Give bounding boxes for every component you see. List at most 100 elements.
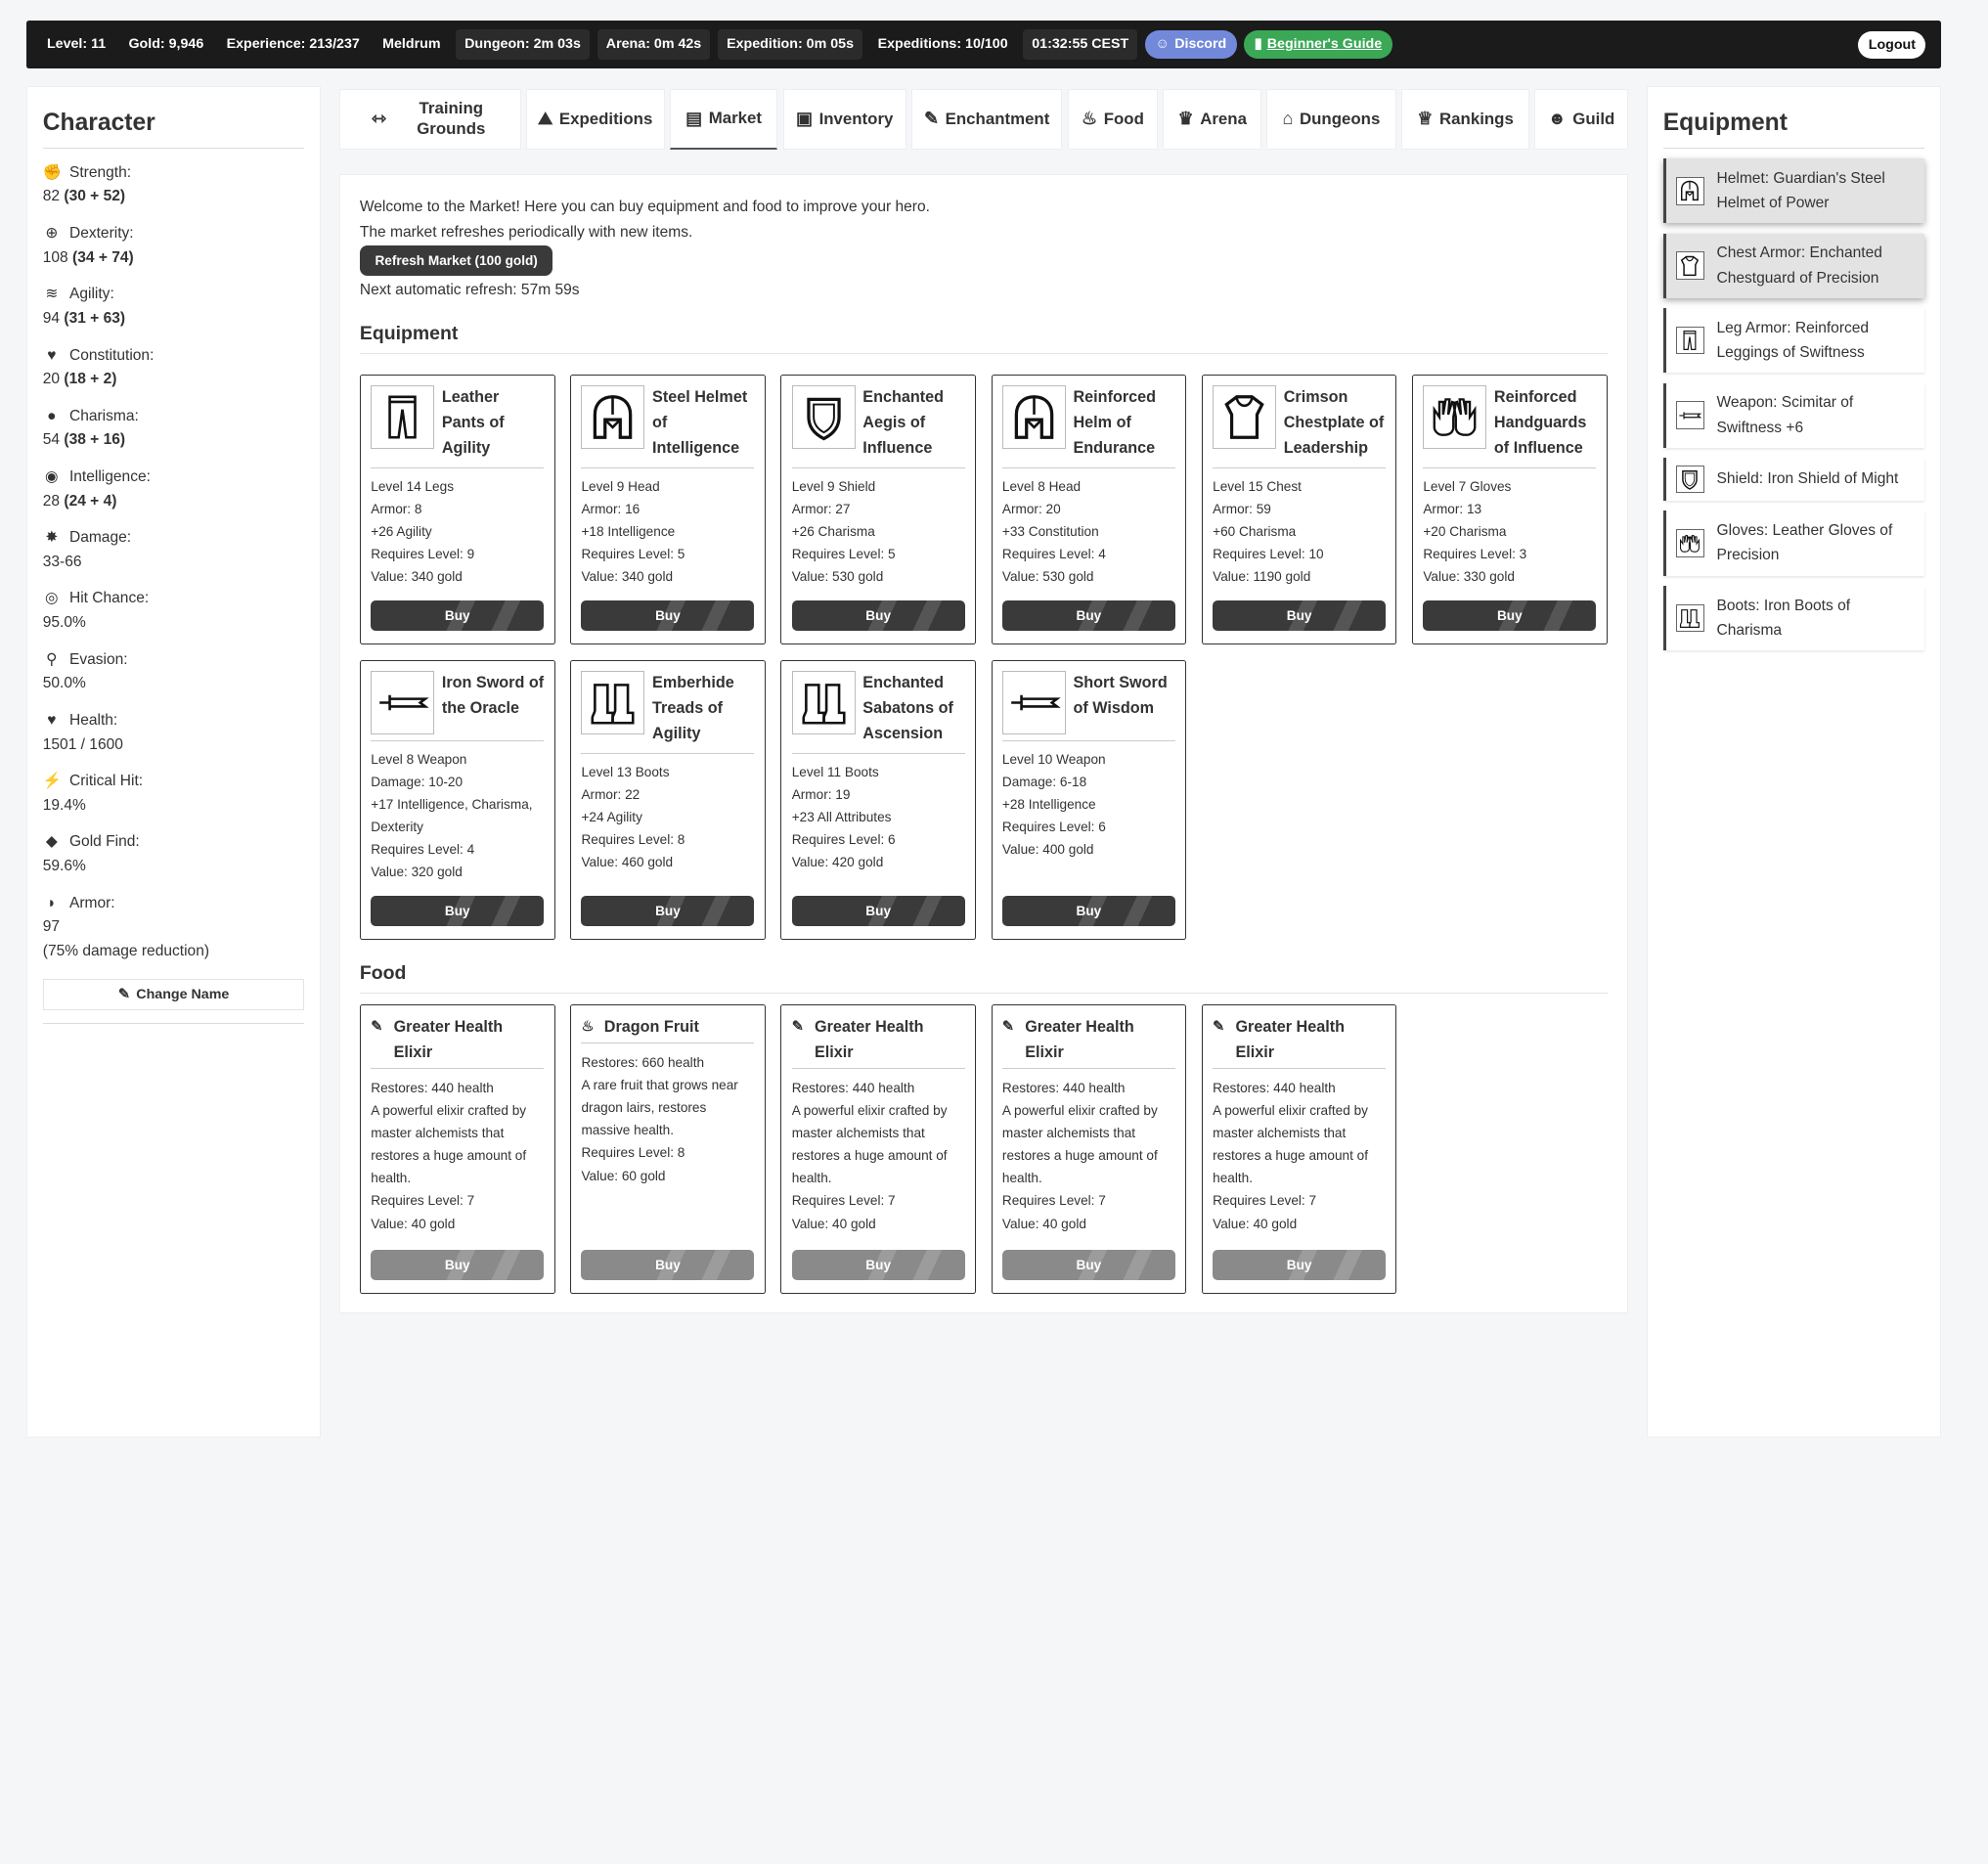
pants-icon bbox=[371, 385, 435, 449]
stat-label: Damage: bbox=[68, 529, 132, 547]
running-icon: ⚲ bbox=[46, 650, 58, 668]
item-name: Short Sword of Wisdom bbox=[1073, 673, 1168, 717]
level-stat: Level: 11 bbox=[39, 28, 113, 60]
tab-rankings[interactable]: ♕ Rankings bbox=[1400, 88, 1530, 150]
beginners-guide-link[interactable]: ▮ Beginner's Guide bbox=[1244, 30, 1392, 59]
item-detail: Level 15 Chest bbox=[1213, 478, 1302, 494]
buy-button[interactable]: Buy bbox=[371, 599, 545, 631]
food-detail: A rare fruit that grows near dragon lair… bbox=[581, 1078, 738, 1138]
tab-training-grounds[interactable]: ⇿ Training Grounds bbox=[339, 88, 521, 150]
item-detail: Requires Level: 5 bbox=[791, 547, 896, 562]
user-edit-icon: ✎ bbox=[117, 987, 130, 1003]
crosshair-icon: ⊕ bbox=[45, 225, 59, 243]
stat-constitution: ♥ Constitution: 20 (18 + 2) bbox=[43, 344, 305, 392]
change-name-button[interactable]: ✎ Change Name bbox=[42, 979, 305, 1011]
food-detail: Value: 60 gold bbox=[581, 1168, 666, 1183]
tab-label: Market bbox=[708, 109, 763, 128]
food-detail: Restores: 440 health bbox=[791, 1081, 915, 1096]
item-detail: Requires Level: 5 bbox=[581, 547, 685, 562]
equipped-item[interactable]: Helmet: Guardian's Steel Helmet of Power bbox=[1662, 158, 1925, 224]
change-name-label: Change Name bbox=[136, 987, 230, 1003]
item-detail: Level 8 Head bbox=[1001, 478, 1082, 494]
buy-button[interactable]: Buy bbox=[581, 895, 755, 927]
buy-button[interactable]: Buy bbox=[1423, 599, 1597, 631]
equipped-item[interactable]: Shield: Iron Shield of Might bbox=[1662, 458, 1925, 502]
item-detail: Value: 420 gold bbox=[791, 854, 884, 869]
equipped-title: Equipment bbox=[1662, 110, 1925, 149]
equipped-item-text: Boots: Iron Boots of Charisma bbox=[1716, 597, 1851, 639]
tab-guild[interactable]: ☻ Guild bbox=[1534, 88, 1628, 150]
food-detail: Requires Level: 8 bbox=[581, 1145, 685, 1161]
buy-button[interactable]: Buy bbox=[1001, 1250, 1175, 1281]
buy-button[interactable]: Buy bbox=[371, 1250, 545, 1281]
flask-icon: ✎ bbox=[1001, 1018, 1014, 1035]
crown-icon: ♕ bbox=[1417, 109, 1434, 129]
item-detail: Armor: 16 bbox=[581, 501, 641, 516]
stat-label: Hit Chance: bbox=[68, 590, 150, 607]
buy-button[interactable]: Buy bbox=[581, 599, 755, 631]
buy-button[interactable]: Buy bbox=[581, 1250, 755, 1281]
market-item-card: Short Sword of Wisdom Level 10 Weapon Dama… bbox=[991, 659, 1187, 941]
buy-button[interactable]: Buy bbox=[1001, 599, 1175, 631]
equipped-item[interactable]: Gloves: Leather Gloves of Precision bbox=[1662, 510, 1925, 576]
item-detail: Value: 320 gold bbox=[371, 865, 463, 879]
server-time: 01:32:55 CEST bbox=[1023, 28, 1138, 60]
tab-inventory[interactable]: ▣ Inventory bbox=[782, 88, 906, 150]
equipped-item[interactable]: Chest Armor: Enchanted Chestguard of Pre… bbox=[1662, 233, 1925, 298]
tab-food[interactable]: ♨ Food bbox=[1067, 88, 1159, 150]
guide-label: Beginner's Guide bbox=[1266, 36, 1383, 53]
stat-critical-hit: ⚡ Critical Hit: 19.4% bbox=[43, 770, 305, 818]
item-detail: Level 11 Boots bbox=[791, 764, 879, 779]
flask-icon: ✎ bbox=[371, 1018, 383, 1035]
item-detail: +20 Charisma bbox=[1423, 524, 1507, 540]
tab-arena[interactable]: ♛ Arena bbox=[1163, 88, 1261, 150]
stat-value: 1501 / 1600 bbox=[42, 735, 123, 753]
buy-button[interactable]: Buy bbox=[1213, 599, 1387, 631]
buy-button[interactable]: Buy bbox=[1001, 895, 1175, 927]
discord-link[interactable]: ☺ Discord bbox=[1145, 30, 1237, 59]
stat-value: 95.0% bbox=[42, 614, 86, 632]
equipped-item-text: Shield: Iron Shield of Might bbox=[1716, 470, 1899, 488]
discord-icon: ☺ bbox=[1155, 36, 1171, 53]
tab-dungeons[interactable]: ⌂ Dungeons bbox=[1266, 88, 1396, 150]
flask-icon: ✎ bbox=[791, 1018, 804, 1035]
buy-button[interactable]: Buy bbox=[791, 895, 965, 927]
sword-icon bbox=[371, 670, 435, 734]
tab-label: Expeditions bbox=[558, 109, 653, 128]
character-panel: Character ✊ Strength: 82 (30 + 52) ⊕ Dexteri… bbox=[26, 86, 321, 1439]
food-grid: ✎ Greater Health Elixir Restores: 440 heal… bbox=[359, 1003, 1615, 1296]
market-item-card: Crimson Chestplate of Leadership Level 15… bbox=[1201, 374, 1397, 644]
refresh-market-button[interactable]: Refresh Market (100 gold) bbox=[359, 245, 553, 277]
item-detail: Level 13 Boots bbox=[581, 764, 670, 779]
stat-label: Charisma: bbox=[68, 407, 139, 424]
buy-button[interactable]: Buy bbox=[791, 1250, 965, 1281]
tab-market[interactable]: ▤ Market bbox=[669, 88, 778, 150]
equipment-section-title: Equipment bbox=[359, 323, 1609, 355]
tab-enchantment[interactable]: ✎ Enchantment bbox=[910, 88, 1063, 150]
market-item-card: Enchanted Sabatons of Ascension Level 11 … bbox=[780, 659, 976, 941]
box-icon: ▣ bbox=[795, 109, 814, 129]
stat-value: 20 bbox=[42, 371, 61, 388]
logout-button[interactable]: Logout bbox=[1858, 31, 1926, 59]
flask-icon: ✎ bbox=[1213, 1018, 1225, 1035]
equipped-item[interactable]: Boots: Iron Boots of Charisma bbox=[1662, 585, 1925, 650]
heartbeat-icon: ♥ bbox=[47, 346, 57, 364]
food-detail: A powerful elixir crafted by master alch… bbox=[1213, 1103, 1368, 1186]
tab-expeditions[interactable]: ⛰ Expeditions bbox=[525, 88, 665, 150]
buy-button[interactable]: Buy bbox=[791, 599, 965, 631]
buy-button[interactable]: Buy bbox=[1213, 1250, 1387, 1281]
stat-evasion: ⚲ Evasion: 50.0% bbox=[43, 648, 305, 696]
buy-button[interactable]: Buy bbox=[371, 895, 545, 927]
item-detail: +17 Intelligence, Charisma, Dexterity bbox=[371, 796, 533, 834]
item-detail: Armor: 20 bbox=[1001, 501, 1061, 516]
stat-armor: ◗ Armor: 97 bbox=[43, 892, 305, 940]
equipped-item[interactable]: Leg Armor: Reinforced Leggings of Swiftn… bbox=[1662, 308, 1925, 374]
market-item-card: Emberhide Treads of Agility Level 13 Boot… bbox=[570, 659, 766, 941]
equipped-item[interactable]: Weapon: Scimitar of Swiftness +6 bbox=[1662, 382, 1925, 448]
item-detail: Level 8 Weapon bbox=[371, 751, 467, 767]
item-detail: Value: 340 gold bbox=[581, 569, 674, 585]
stat-intelligence: ◉ Intelligence: 28 (24 + 4) bbox=[43, 466, 305, 513]
discord-label: Discord bbox=[1174, 36, 1227, 53]
gold-stat: Gold: 9,946 bbox=[120, 28, 212, 60]
item-detail: Value: 340 gold bbox=[371, 569, 463, 585]
